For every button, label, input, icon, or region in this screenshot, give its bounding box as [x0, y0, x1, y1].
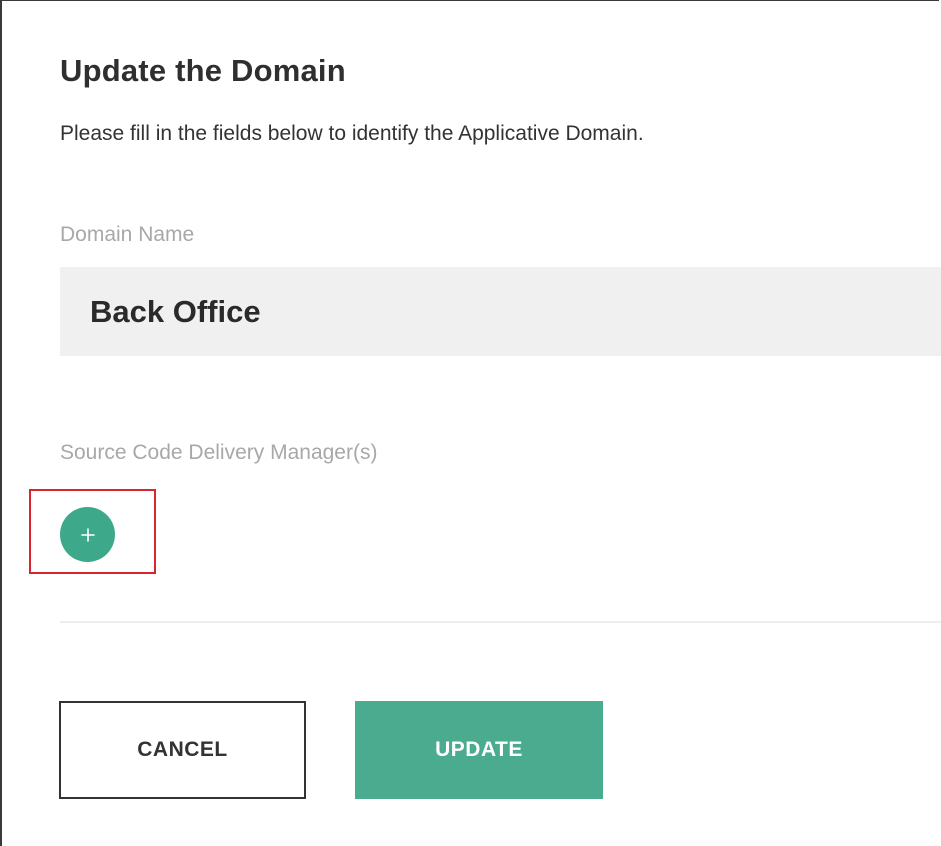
- plus-icon: [80, 527, 95, 542]
- source-code-delivery-manager-label: Source Code Delivery Manager(s): [60, 441, 378, 464]
- update-button[interactable]: UPDATE: [355, 701, 603, 799]
- domain-name-label: Domain Name: [60, 223, 195, 246]
- update-domain-dialog: Update the Domain Please fill in the fie…: [0, 0, 941, 846]
- dialog-title: Update the Domain: [60, 53, 346, 88]
- domain-name-input[interactable]: [60, 267, 941, 356]
- section-divider: [60, 621, 941, 623]
- cancel-button[interactable]: CANCEL: [59, 701, 306, 799]
- dialog-subtitle: Please fill in the fields below to ident…: [60, 122, 644, 145]
- add-manager-button[interactable]: [60, 507, 115, 562]
